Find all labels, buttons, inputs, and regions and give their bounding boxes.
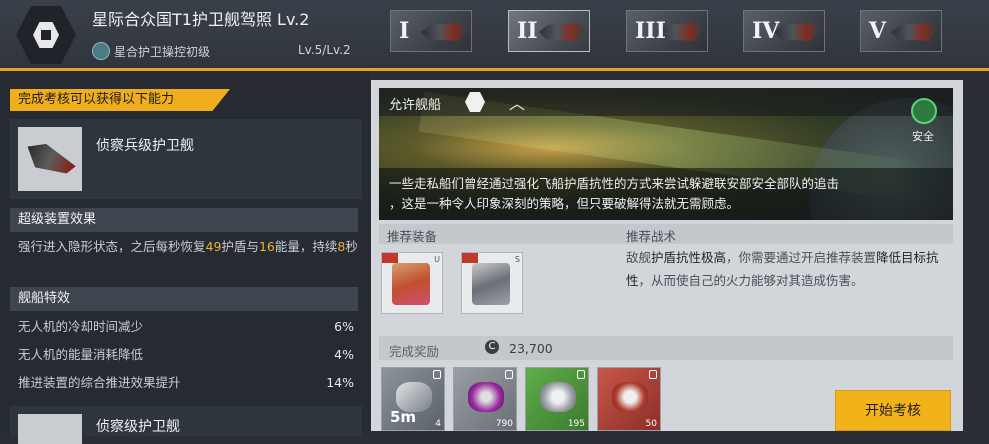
equipment-slot[interactable]: S <box>461 252 523 314</box>
ship-card[interactable]: 侦察兵级护卫舰 <box>10 119 362 199</box>
tier-tab-3[interactable]: III <box>626 10 708 52</box>
equipment-slot[interactable]: U <box>381 252 443 314</box>
abilities-panel: 完成考核可以获得以下能力 侦察兵级护卫舰 超级装置效果 强行进入隐形状态，之后每… <box>0 71 370 444</box>
lock-icon <box>577 370 585 379</box>
tier-tab-1[interactable]: I <box>390 10 472 52</box>
right-edge <box>964 80 989 431</box>
abilities-banner: 完成考核可以获得以下能力 <box>10 89 230 111</box>
reward-item[interactable]: 50 <box>597 367 661 431</box>
recommended-tactic-label: 推荐战术 <box>626 229 677 244</box>
ship-icon <box>539 23 585 41</box>
reward-item[interactable]: 790 <box>453 367 517 431</box>
reward-item[interactable]: 195 <box>525 367 589 431</box>
ship-traits-heading: 舰船特效 <box>10 287 358 311</box>
credit-icon: C <box>485 340 499 354</box>
skill-icon <box>92 42 110 60</box>
safe-label: 安全 <box>912 130 934 143</box>
ship-icon <box>891 23 937 41</box>
mission-description: 一些走私船们曾经通过强化飞船护盾抗性的方式来尝试躲避联安部安全部队的追击 ，这是一… <box>389 176 840 211</box>
tier-tab-4[interactable]: IV <box>743 10 825 52</box>
trait-row: 无人机的能量消耗降低 4% <box>18 347 354 362</box>
chevron-up-icon[interactable]: ︿ <box>509 90 525 114</box>
mission-image: 允许舰船 ︿ 安全 一些走私船们曾经通过强化飞船护盾抗性的方式来尝试躲避联安部安… <box>379 88 953 220</box>
trait-row: 无人机的冷却时间减少 6% <box>18 319 354 334</box>
ship-icon <box>774 23 820 41</box>
skill-label: 星合护卫操控初级 <box>114 45 211 59</box>
trait-row: 推进装置的综合推进效果提升 14% <box>18 375 354 390</box>
credit-amount: 23,700 <box>509 341 553 356</box>
tier-tab-5[interactable]: V <box>860 10 942 52</box>
skill-level: Lv.5/Lv.2 <box>298 43 351 57</box>
start-exam-button[interactable]: 开始考核 <box>835 390 951 431</box>
reward-header <box>379 336 953 360</box>
detail-panel: 允许舰船 ︿ 安全 一些走私船们曾经通过强化飞船护盾抗性的方式来尝试躲避联安部安… <box>371 80 963 431</box>
ship-name: 侦察兵级护卫舰 <box>96 138 194 154</box>
ship-thumbnail <box>18 127 82 191</box>
tier-tab-2[interactable]: II <box>508 10 590 52</box>
tactic-text: 敌舰护盾抗性极高，你需要通过开启推荐装置降低目标抗性，从而使自己的火力能够对其造… <box>626 250 939 288</box>
safe-zone-icon <box>911 98 937 124</box>
reward-label: 完成奖励 <box>389 344 440 359</box>
allowed-ships-label: 允许舰船 <box>389 98 442 113</box>
ship-thumbnail <box>18 414 82 444</box>
lock-icon <box>649 370 657 379</box>
recommended-equipment-label: 推荐装备 <box>387 229 438 244</box>
reward-item[interactable]: 5m 4 <box>381 367 445 431</box>
license-emblem-icon <box>16 6 76 64</box>
header-bar: 星际合众国T1护卫舰驾照 Lv.2 星合护卫操控初级 Lv.5/Lv.2 I I… <box>0 0 989 68</box>
next-ship-card[interactable]: 侦察级护卫舰 <box>10 406 362 444</box>
super-equip-heading: 超级装置效果 <box>10 208 358 232</box>
super-equip-description: 强行进入隐形状态，之后每秒恢复49护盾与16能量，持续8秒 <box>18 239 358 254</box>
ship-icon <box>421 23 467 41</box>
lock-icon <box>505 370 513 379</box>
license-title: 星际合众国T1护卫舰驾照 Lv.2 <box>92 10 310 29</box>
lock-icon <box>433 370 441 379</box>
